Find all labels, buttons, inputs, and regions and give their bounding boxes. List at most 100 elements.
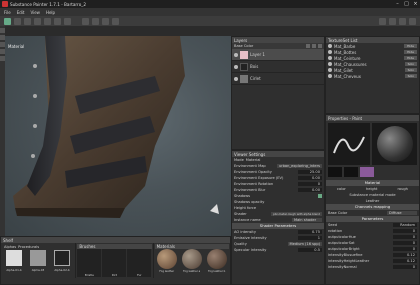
alpha-slot[interactable] — [344, 167, 358, 177]
material-slot[interactable] — [360, 167, 374, 177]
radio-icon[interactable] — [328, 68, 332, 72]
param-sat-field[interactable]: 0 — [393, 240, 417, 246]
param-hue-field[interactable]: 0 — [393, 234, 417, 240]
environment-map-select[interactable]: urban_exploring_inters — [276, 163, 322, 169]
3d-viewport[interactable] — [5, 36, 231, 236]
symmetry-icon[interactable] — [102, 17, 109, 25]
camera-icon[interactable] — [112, 17, 119, 25]
brush-item[interactable]: Dirt — [102, 249, 127, 277]
env-rotation-field[interactable]: 0 — [298, 181, 322, 187]
visibility-eye-icon[interactable] — [234, 76, 238, 81]
param-rotation-field[interactable]: 0 — [393, 228, 417, 234]
boot-model — [13, 36, 219, 218]
param-label: rotation — [328, 229, 343, 233]
tab-material[interactable]: Material — [246, 158, 261, 162]
smudge-tool-icon[interactable] — [34, 17, 41, 25]
layer-thumbnail — [240, 62, 248, 71]
quality-select[interactable]: Medium (16 spp) — [287, 241, 322, 247]
material-item[interactable]: Fog leather a — [180, 249, 204, 273]
layers-mode-select[interactable]: Base Color — [234, 44, 253, 48]
brush-size-icon[interactable] — [82, 17, 89, 25]
render-icon[interactable] — [409, 17, 416, 25]
eraser-tool-icon[interactable] — [14, 17, 21, 25]
tab-mode[interactable]: Mode — [234, 158, 244, 162]
settings-icon[interactable] — [399, 17, 406, 25]
env-exposure-field[interactable]: 0.00 — [298, 175, 322, 181]
tab-alphas[interactable]: Alphas — [4, 245, 16, 249]
projection-tool-icon[interactable] — [24, 17, 31, 25]
env-blur-field[interactable]: 0.00 — [298, 187, 322, 193]
solo-button[interactable]: Solo — [404, 68, 417, 72]
paint-brush-icon[interactable] — [0, 28, 5, 33]
instance-name-field[interactable]: Main shader — [292, 217, 322, 223]
brush-item[interactable]: Fur — [127, 249, 152, 277]
menu-file[interactable]: File — [4, 10, 11, 15]
solo-button[interactable]: Solo — [404, 74, 417, 78]
textureset-name: Mat_Barbe — [334, 43, 356, 49]
param-label: Seed — [328, 223, 337, 227]
hide-button[interactable]: Hide — [404, 50, 417, 54]
ao-intensity-field[interactable]: 0.75 — [298, 229, 322, 235]
tab-color[interactable]: color — [337, 187, 346, 191]
base-color-select[interactable]: Diffuse — [387, 210, 417, 216]
setting-label: Shadows — [234, 194, 251, 198]
layer-item[interactable]: Layer 1 — [232, 49, 324, 61]
layer-item[interactable]: Bois — [232, 61, 324, 73]
tab-height[interactable]: height — [366, 187, 377, 191]
hide-button[interactable]: Hide — [404, 44, 417, 48]
tab-procedurals[interactable]: Procedurals — [18, 245, 39, 249]
material-preview — [372, 123, 417, 165]
tab-rough[interactable]: rough — [398, 187, 408, 191]
flow-icon[interactable] — [92, 17, 99, 25]
layer-item[interactable]: Cirlet — [232, 73, 324, 85]
delete-layer-icon[interactable] — [318, 44, 322, 48]
title-bar: Substance Painter 1.7.1 - Bartarro_2 – □… — [0, 0, 420, 8]
radio-icon[interactable] — [328, 74, 332, 78]
stencil-slot[interactable] — [328, 167, 342, 177]
param-seed-field[interactable]: Random — [393, 222, 417, 228]
textureset-name: Mat_Gilet — [334, 67, 353, 73]
add-layer-icon[interactable] — [306, 44, 310, 48]
radio-icon[interactable] — [328, 56, 332, 60]
clone-tool-icon[interactable] — [44, 17, 51, 25]
picker-tool-icon[interactable] — [54, 17, 61, 25]
view-mode-icon[interactable] — [379, 17, 386, 25]
menu-help[interactable]: Help — [46, 10, 55, 15]
visibility-eye-icon[interactable] — [234, 64, 238, 69]
radio-icon[interactable] — [328, 50, 332, 54]
emissive-field[interactable]: 1 — [298, 235, 322, 241]
textureset-item[interactable]: Mat_Cheveux Solo — [326, 73, 419, 79]
brush-item[interactable]: Bristle — [77, 249, 102, 277]
screenshot-icon[interactable] — [389, 17, 396, 25]
layer-name: Layer 1 — [250, 52, 265, 57]
material-item[interactable]: Fog leather b — [205, 249, 229, 273]
visibility-eye-icon[interactable] — [234, 52, 238, 57]
setting-label: Emissive intensity — [234, 236, 267, 240]
close-icon[interactable]: × — [411, 0, 420, 8]
properties-panel: Properties - Paint Material color height… — [325, 114, 420, 285]
maximize-icon[interactable]: □ — [402, 0, 411, 8]
material-item[interactable]: Fog leather — [155, 249, 179, 273]
specular-field[interactable]: 0.5 — [298, 247, 322, 253]
minimize-icon[interactable]: – — [393, 0, 402, 8]
paint-tool-icon[interactable] — [4, 17, 11, 25]
radio-icon[interactable] — [328, 62, 332, 66]
env-opacity-field[interactable]: 25.00 — [298, 169, 322, 175]
shelf-item[interactable]: Alpha-03 — [26, 249, 50, 272]
shelf-item[interactable]: Alpha-01-b — [2, 249, 26, 272]
param-height-field[interactable]: 0.12 — [393, 258, 417, 264]
menu-edit[interactable]: Edit — [17, 10, 25, 15]
param-normal-field[interactable]: 0 — [393, 264, 417, 270]
param-fine-field[interactable]: 0.12 — [393, 252, 417, 258]
hide-button[interactable]: Hide — [404, 56, 417, 60]
menu-view[interactable]: View — [30, 10, 40, 15]
shader-select[interactable]: pbr-metal-rough with alpha blend — [271, 211, 322, 217]
polygon-fill-icon[interactable] — [64, 17, 71, 25]
shelf-item[interactable]: Alpha-02-b — [50, 249, 74, 272]
add-folder-icon[interactable] — [312, 44, 316, 48]
param-bright-field[interactable]: 0 — [393, 246, 417, 252]
solo-button[interactable]: Solo — [404, 62, 417, 66]
toolbar — [0, 16, 420, 26]
radio-icon[interactable] — [328, 44, 332, 48]
shadows-checkbox[interactable] — [318, 194, 322, 198]
